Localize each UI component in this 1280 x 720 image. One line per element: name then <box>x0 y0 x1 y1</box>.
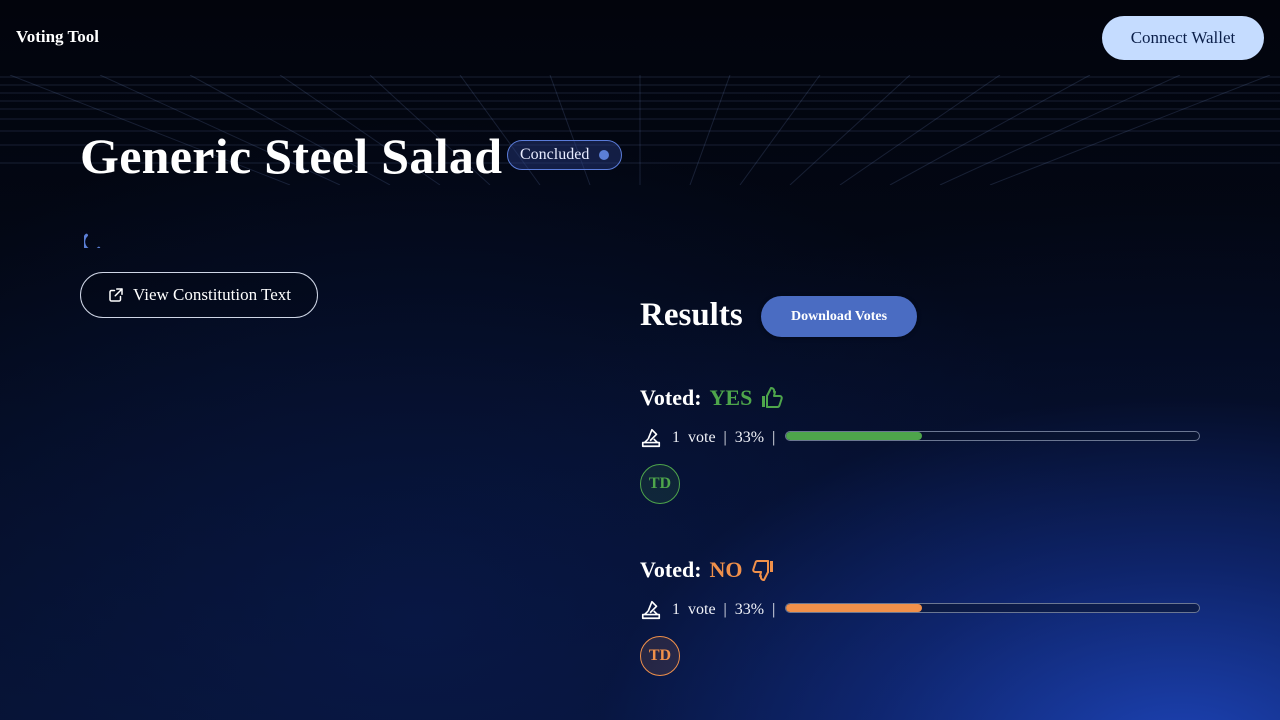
connect-wallet-button[interactable]: Connect Wallet <box>1102 16 1264 60</box>
vote-progress-fill <box>786 604 923 612</box>
status-badge: Concluded <box>507 140 623 170</box>
top-bar: Voting Tool Connect Wallet <box>0 0 1280 75</box>
view-constitution-text-button[interactable]: View Constitution Text <box>80 272 318 318</box>
voter-avatar[interactable]: TD <box>640 636 680 676</box>
loading-spinner-icon <box>84 233 101 248</box>
vote-progress-bar <box>785 603 1200 613</box>
external-link-icon <box>109 288 123 302</box>
vote-choice-yes: YES <box>709 385 753 410</box>
voted-label: Voted: <box>640 557 702 582</box>
vote-group-yes: Voted: YES 1 vote | 33% | TD <box>640 384 1200 514</box>
vote-choice-no: NO <box>709 557 743 582</box>
separator: | <box>723 601 727 618</box>
vote-stats: 1 vote | 33% | <box>640 598 783 622</box>
vote-count: 1 <box>672 601 680 618</box>
vote-count: 1 <box>672 429 680 446</box>
vote-percent: 33% <box>734 429 765 446</box>
vote-heading: Voted: YES <box>640 384 784 412</box>
vote-heading: Voted: NO <box>640 556 775 584</box>
vote-percent: 33% <box>734 601 765 618</box>
vote-unit: vote <box>688 429 716 446</box>
proposal-title: Generic Steel Salad <box>80 128 503 184</box>
thumbs-down-icon <box>751 560 773 581</box>
voter-avatar[interactable]: TD <box>640 464 680 504</box>
separator: | <box>723 429 727 446</box>
separator: | <box>772 429 776 446</box>
vote-progress-bar <box>785 431 1200 441</box>
main-content: Generic Steel Salad Concluded View Const… <box>0 0 1280 720</box>
vote-stats: 1 vote | 33% | <box>640 426 783 450</box>
app-brand[interactable]: Voting Tool <box>16 27 99 47</box>
thumbs-up-icon <box>762 387 784 408</box>
status-label: Concluded <box>520 146 590 163</box>
view-constitution-text-label: View Constitution Text <box>132 285 292 304</box>
ballot-box-icon <box>641 428 661 448</box>
vote-unit: vote <box>688 601 716 618</box>
ballot-box-icon <box>641 600 661 620</box>
status-dot-icon <box>599 150 610 160</box>
download-votes-button[interactable]: Download Votes <box>761 296 917 337</box>
separator: | <box>772 601 776 618</box>
voted-label: Voted: <box>640 385 702 410</box>
vote-progress-fill <box>786 432 923 440</box>
results-title: Results <box>640 297 743 333</box>
vote-group-no: Voted: NO 1 vote | 33% | TD <box>640 556 1200 686</box>
